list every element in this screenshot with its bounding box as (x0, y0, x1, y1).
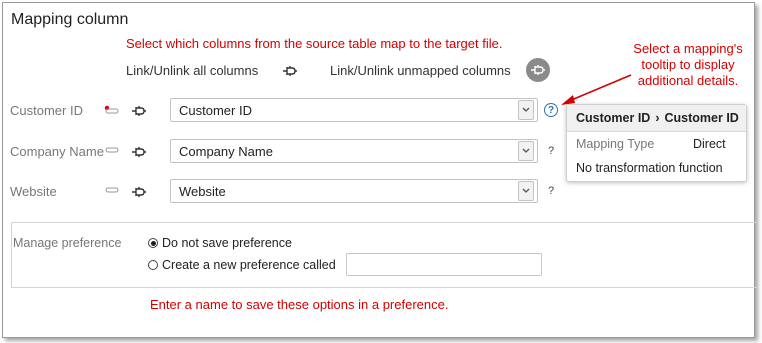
tooltip-target: Customer ID (664, 111, 739, 125)
radio-button[interactable] (148, 260, 158, 270)
annotation-tooltip-line: additional details. (637, 73, 739, 88)
tooltip-source: Customer ID (576, 111, 651, 125)
link-all-label: Link/Unlink all columns (126, 63, 259, 78)
mapping-select-value: Website (179, 183, 226, 199)
radio-create[interactable]: Create a new preference called (148, 258, 336, 272)
annotation-tooltip-line: Select a mapping's (633, 41, 743, 56)
link-unmapped-button[interactable] (526, 58, 550, 82)
mapping-select-value: Customer ID (179, 102, 252, 118)
tooltip-type-label: Mapping Type (576, 137, 655, 151)
mapping-tooltip: Customer ID › Customer ID Mapping Type D… (566, 104, 747, 182)
radio-create-label: Create a new preference called (162, 258, 336, 272)
preference-name-input[interactable] (346, 253, 542, 276)
row-label: Company Name (10, 144, 104, 159)
plug-icon (531, 65, 545, 75)
preference-label: Manage preference (13, 236, 122, 250)
mapping-select[interactable]: Company Name (170, 139, 538, 163)
plug-icon[interactable] (131, 185, 147, 199)
tooltip-separator: › (655, 111, 660, 125)
plug-icon[interactable] (282, 64, 298, 78)
chevron-down-icon (518, 181, 534, 201)
page-title: Mapping column (11, 11, 129, 28)
tooltip-header: Customer ID › Customer ID (567, 105, 746, 132)
radio-no-save[interactable]: Do not save preference (148, 236, 292, 250)
field-icon (105, 147, 119, 153)
tooltip-type-value: Direct (693, 137, 726, 151)
annotation-top: Select which columns from the source tab… (126, 36, 503, 51)
key-icon (104, 105, 119, 114)
link-unmapped-label: Link/Unlink unmapped columns (330, 63, 511, 78)
help-icon[interactable]: ? (548, 145, 554, 157)
row-label: Customer ID (10, 103, 83, 118)
help-icon[interactable]: ? (548, 185, 554, 197)
annotation-tooltip: Select a mapping's tooltip to display ad… (629, 41, 747, 89)
help-icon[interactable]: ? (544, 103, 558, 117)
plug-icon[interactable] (131, 104, 147, 118)
plug-icon[interactable] (131, 145, 147, 159)
mapping-panel: Mapping column Select which columns from… (2, 2, 757, 338)
mapping-select[interactable]: Customer ID (170, 98, 538, 122)
annotation-tooltip-line: tooltip to display (641, 57, 735, 72)
chevron-down-icon (518, 141, 534, 161)
radio-no-save-label: Do not save preference (162, 236, 292, 250)
annotation-bottom: Enter a name to save these options in a … (150, 297, 449, 312)
mapping-select[interactable]: Website (170, 179, 538, 203)
row-label: Website (10, 184, 57, 199)
tooltip-transform: No transformation function (576, 161, 723, 175)
chevron-down-icon (518, 100, 534, 120)
mapping-select-value: Company Name (179, 143, 273, 159)
field-icon (105, 187, 119, 193)
radio-button[interactable] (148, 238, 158, 248)
